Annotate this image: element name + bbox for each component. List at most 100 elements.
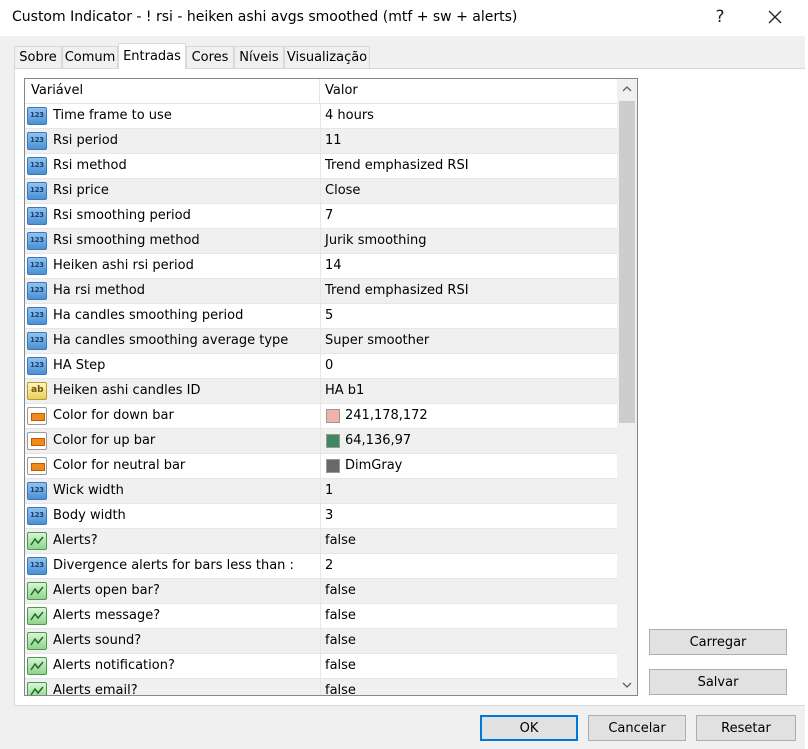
table-row[interactable]: Alerts open bar? false <box>25 579 617 604</box>
color-swatch[interactable] <box>326 459 340 473</box>
tab-visualizacao[interactable]: Visualização <box>284 46 370 68</box>
chevron-down-icon <box>622 682 632 688</box>
row-value[interactable]: 5 <box>325 304 333 328</box>
help-button[interactable]: ? <box>700 0 740 34</box>
integer-param-icon: 123 <box>27 232 47 250</box>
row-value[interactable]: 0 <box>325 354 333 378</box>
close-button[interactable] <box>754 0 796 34</box>
table-row[interactable]: 123 Ha candles smoothing period 5 <box>25 304 617 329</box>
column-separator <box>320 279 321 303</box>
integer-param-icon: 123 <box>27 357 47 375</box>
icon-glyph: 123 <box>30 486 44 494</box>
bool-param-icon <box>27 682 47 695</box>
row-variable-name: Wick width <box>53 483 124 498</box>
column-separator <box>320 629 321 653</box>
icon-glyph: 123 <box>30 136 44 144</box>
row-value[interactable]: 14 <box>325 254 342 278</box>
icon-glyph: 123 <box>30 111 44 119</box>
row-value[interactable]: 11 <box>325 129 342 153</box>
row-value[interactable]: 1 <box>325 479 333 503</box>
table-row[interactable]: Color for neutral bar DimGray <box>25 454 617 479</box>
tab-comum[interactable]: Comum <box>62 46 118 68</box>
integer-param-icon: 123 <box>27 557 47 575</box>
ok-button[interactable]: OK <box>480 715 578 741</box>
row-variable-name: Ha candles smoothing average type <box>53 333 289 348</box>
vertical-scrollbar[interactable] <box>617 79 637 695</box>
row-value[interactable]: Trend emphasized RSI <box>325 279 469 303</box>
row-variable-name: Time frame to use <box>53 108 172 123</box>
table-row[interactable]: Alerts sound? false <box>25 629 617 654</box>
row-value[interactable]: DimGray <box>345 454 402 478</box>
scroll-thumb[interactable] <box>619 101 635 423</box>
integer-param-icon: 123 <box>27 107 47 125</box>
column-header-value[interactable]: Valor <box>320 79 617 103</box>
icon-glyph: 123 <box>30 286 44 294</box>
row-value[interactable]: 3 <box>325 504 333 528</box>
row-value[interactable]: 64,136,97 <box>345 429 411 453</box>
row-value[interactable]: 241,178,172 <box>345 404 428 428</box>
row-value[interactable]: false <box>325 679 356 695</box>
table-row[interactable]: Alerts notification? false <box>25 654 617 679</box>
table-row[interactable]: 123 Time frame to use 4 hours <box>25 104 617 129</box>
row-value[interactable]: false <box>325 529 356 553</box>
close-icon <box>768 10 782 24</box>
table-row[interactable]: 123 Wick width 1 <box>25 479 617 504</box>
chevron-up-icon <box>622 86 632 92</box>
table-row[interactable]: 123 Heiken ashi rsi period 14 <box>25 254 617 279</box>
row-value[interactable]: false <box>325 604 356 628</box>
row-value[interactable]: HA b1 <box>325 379 364 403</box>
row-variable-name: Alerts open bar? <box>53 583 160 598</box>
row-value[interactable]: Super smoother <box>325 329 429 353</box>
cancel-button[interactable]: Cancelar <box>588 715 686 741</box>
row-variable-name: Ha rsi method <box>53 283 145 298</box>
column-header-variable[interactable]: Variável <box>25 79 320 103</box>
row-variable-name: Alerts sound? <box>53 633 142 648</box>
color-param-icon <box>27 432 47 450</box>
row-value[interactable]: false <box>325 579 356 603</box>
scroll-up-button[interactable] <box>617 79 637 99</box>
tab-cores[interactable]: Cores <box>186 46 234 68</box>
column-separator <box>320 654 321 678</box>
table-row[interactable]: Alerts message? false <box>25 604 617 629</box>
table-row[interactable]: 123 Rsi price Close <box>25 179 617 204</box>
row-value[interactable]: 4 hours <box>325 104 374 128</box>
column-separator <box>320 479 321 503</box>
row-variable-name: Rsi period <box>53 133 118 148</box>
row-value[interactable]: false <box>325 629 356 653</box>
table-row[interactable]: ab Heiken ashi candles ID HA b1 <box>25 379 617 404</box>
table-row[interactable]: Alerts? false <box>25 529 617 554</box>
row-value[interactable]: false <box>325 654 356 678</box>
row-value[interactable]: 7 <box>325 204 333 228</box>
column-separator <box>320 529 321 553</box>
tab-entradas[interactable]: Entradas <box>118 43 186 69</box>
table-row[interactable]: 123 Rsi method Trend emphasized RSI <box>25 154 617 179</box>
row-value[interactable]: 2 <box>325 554 333 578</box>
row-variable-name: Rsi smoothing period <box>53 208 191 223</box>
table-row[interactable]: 123 HA Step 0 <box>25 354 617 379</box>
table-row[interactable]: 123 Ha candles smoothing average type Supe… <box>25 329 617 354</box>
table-row[interactable]: Color for down bar 241,178,172 <box>25 404 617 429</box>
column-separator <box>320 404 321 428</box>
color-swatch[interactable] <box>326 434 340 448</box>
table-row[interactable]: 123 Rsi period 11 <box>25 129 617 154</box>
load-button[interactable]: Carregar <box>649 629 787 655</box>
table-row[interactable]: 123 Rsi smoothing period 7 <box>25 204 617 229</box>
color-swatch[interactable] <box>326 409 340 423</box>
table-row[interactable]: 123 Ha rsi method Trend emphasized RSI <box>25 279 617 304</box>
table-row[interactable]: 123 Body width 3 <box>25 504 617 529</box>
integer-param-icon: 123 <box>27 482 47 500</box>
tab-niveis[interactable]: Níveis <box>234 46 284 68</box>
tab-sobre[interactable]: Sobre <box>14 46 62 68</box>
row-value[interactable]: Jurik smoothing <box>325 229 426 253</box>
row-value[interactable]: Trend emphasized RSI <box>325 154 469 178</box>
icon-glyph: 123 <box>30 511 44 519</box>
table-row[interactable]: Alerts email? false <box>25 679 617 695</box>
row-value[interactable]: Close <box>325 179 360 203</box>
reset-button[interactable]: Resetar <box>696 715 796 741</box>
table-row[interactable]: 123 Divergence alerts for bars less than … <box>25 554 617 579</box>
scroll-down-button[interactable] <box>617 675 637 695</box>
table-row[interactable]: 123 Rsi smoothing method Jurik smoothing <box>25 229 617 254</box>
table-row[interactable]: Color for up bar 64,136,97 <box>25 429 617 454</box>
save-button[interactable]: Salvar <box>649 669 787 695</box>
inputs-table[interactable]: Variável Valor 123 Time frame to use 4 hou… <box>24 78 638 696</box>
